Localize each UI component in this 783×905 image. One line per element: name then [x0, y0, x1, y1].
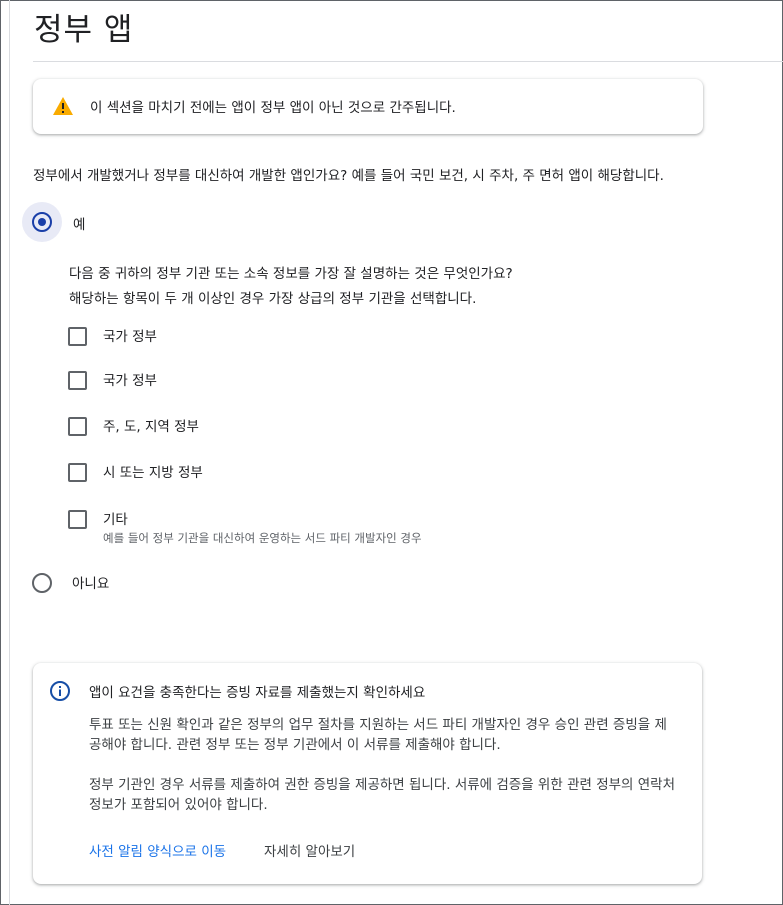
radio-yes-circle: [32, 212, 52, 232]
warning-text: 이 섹션을 마치기 전에는 앱이 정부 앱이 아닌 것으로 간주됩니다.: [90, 100, 456, 116]
checkbox-national-1[interactable]: [68, 327, 87, 346]
checkbox-label[interactable]: 주, 도, 지역 정부: [103, 415, 199, 435]
title-divider: [33, 61, 783, 62]
checkbox-national-2[interactable]: [68, 371, 87, 390]
warning-banner: 이 섹션을 마치기 전에는 앱이 정부 앱이 아닌 것으로 간주됩니다.: [33, 79, 703, 134]
radio-no[interactable]: [22, 563, 62, 603]
info-paragraph-2: 정부 기관인 경우 서류를 제출하여 권한 증빙을 제공하면 됩니다. 서류에 …: [89, 777, 676, 813]
radio-no-circle: [32, 573, 52, 593]
info-title: 앱이 요건을 충족한다는 증빙 자료를 제출했는지 확인하세요: [89, 685, 426, 701]
checkbox-local[interactable]: [68, 463, 87, 482]
info-paragraph-1: 투표 또는 신원 확인과 같은 정부의 업무 절차를 지원하는 서드 파티 개발…: [89, 717, 667, 753]
radio-yes-label[interactable]: 예: [73, 213, 85, 233]
pre-notice-form-link[interactable]: 사전 알림 양식으로 이동: [89, 840, 226, 860]
radio-no-label[interactable]: 아니요: [72, 572, 109, 592]
learn-more-link[interactable]: 자세히 알아보기: [264, 840, 355, 860]
info-icon: [49, 680, 71, 702]
checkbox-label[interactable]: 시 또는 지방 정부: [103, 461, 203, 481]
checkbox-state[interactable]: [68, 417, 87, 436]
checkbox-label[interactable]: 국가 정부: [103, 325, 157, 345]
radio-yes-dot: [38, 218, 46, 226]
warning-icon: [52, 96, 74, 116]
left-divider: [9, 0, 10, 905]
government-app-question: 정부에서 개발했거나 정부를 대신하여 개발한 앱인가요? 예를 들어 국민 보…: [33, 168, 664, 184]
sub-question-text: 다음 중 귀하의 정부 기관 또는 소속 정보를 가장 잘 설명하는 것은 무엇…: [69, 266, 513, 282]
checkbox-label[interactable]: 국가 정부: [103, 369, 157, 389]
checkbox-label[interactable]: 기타: [103, 508, 128, 528]
info-card: 앱이 요건을 충족한다는 증빙 자료를 제출했는지 확인하세요 투표 또는 신원…: [33, 663, 702, 884]
sub-question-hint: 해당하는 항목이 두 개 이상인 경우 가장 상급의 정부 기관을 선택합니다.: [69, 291, 477, 307]
checkbox-other-description: 예를 들어 정부 기관을 대신하여 운영하는 서드 파티 개발자인 경우: [103, 531, 422, 545]
radio-yes[interactable]: [22, 202, 62, 242]
page-title: 정부 앱: [34, 12, 134, 48]
checkbox-other[interactable]: [68, 510, 87, 529]
